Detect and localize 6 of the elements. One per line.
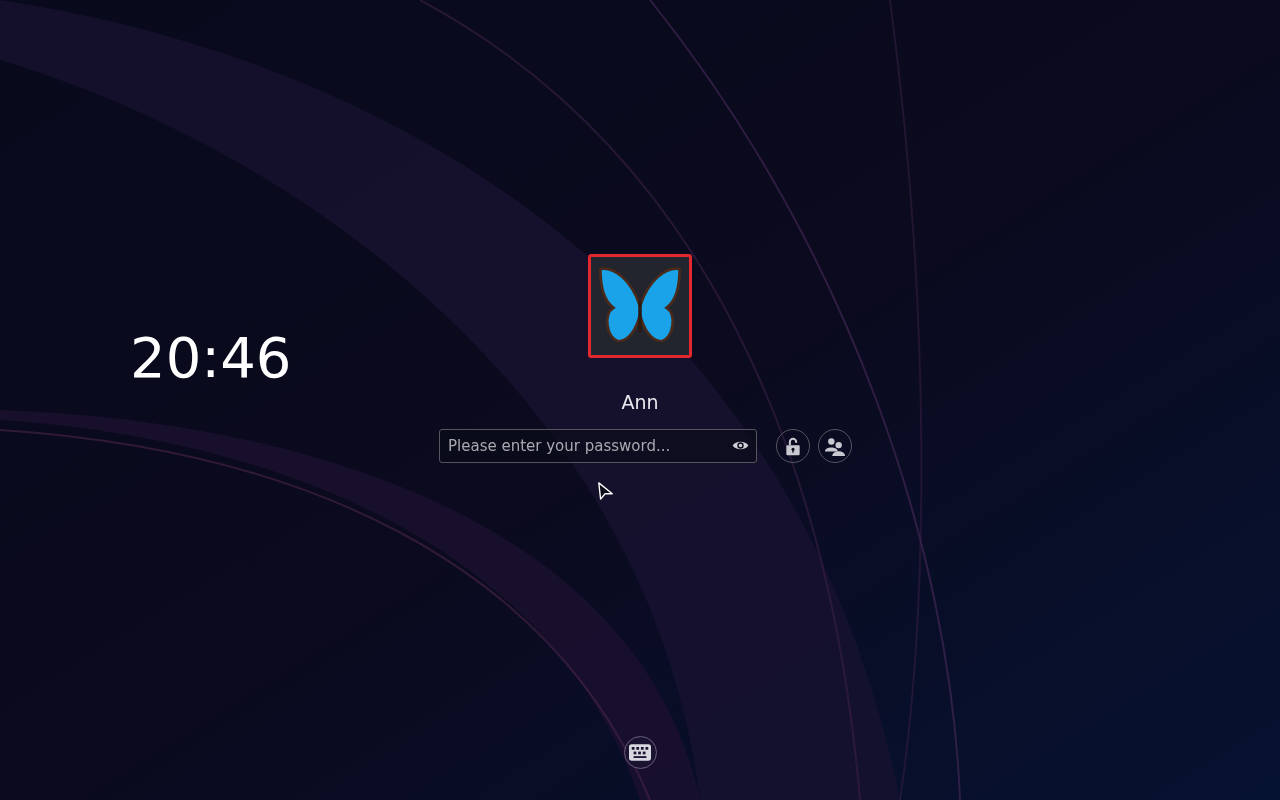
password-field[interactable]: Please enter your password... bbox=[439, 428, 757, 463]
user-avatar[interactable] bbox=[588, 254, 692, 358]
user-name: Ann bbox=[621, 390, 659, 415]
keyboard-icon bbox=[629, 744, 651, 761]
clock-time: 20:46 bbox=[130, 325, 292, 390]
mouse-pointer-icon bbox=[597, 479, 615, 502]
